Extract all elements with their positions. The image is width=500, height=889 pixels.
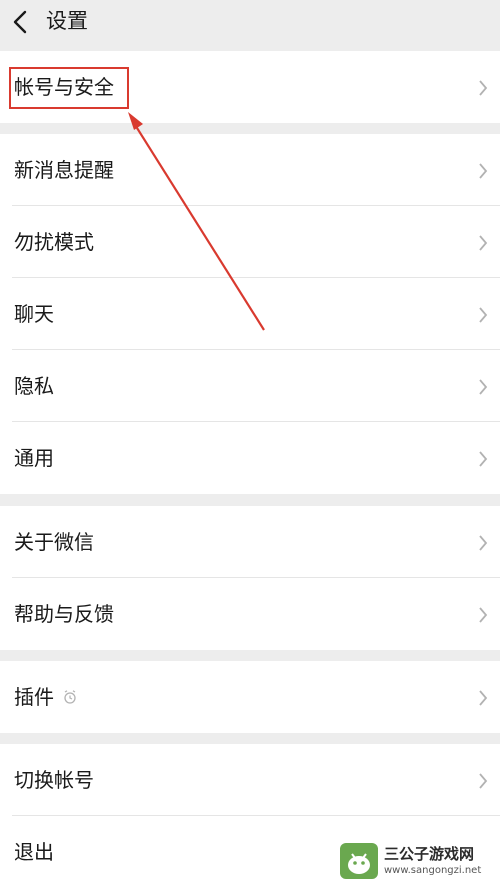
chevron-right-icon bbox=[479, 535, 488, 551]
chevron-right-icon bbox=[479, 607, 488, 623]
settings-item-about-wechat[interactable]: 关于微信 bbox=[0, 506, 500, 578]
settings-item-label: 隐私 bbox=[14, 374, 54, 398]
settings-item-label-wrap: 插件 bbox=[14, 661, 78, 733]
chevron-right-icon bbox=[479, 307, 488, 323]
settings-item-switch-account[interactable]: 切换帐号 bbox=[0, 744, 500, 816]
settings-item-chat[interactable]: 聊天 bbox=[0, 278, 500, 350]
settings-item-label: 插件 bbox=[14, 685, 54, 709]
settings-item-label: 帮助与反馈 bbox=[14, 602, 114, 626]
page-title: 设置 bbox=[46, 9, 88, 33]
watermark-logo: 三公子游戏网 www.sangongzi.net bbox=[334, 837, 494, 885]
android-robot-icon bbox=[340, 843, 378, 879]
chevron-right-icon bbox=[479, 80, 488, 96]
settings-item-label: 聊天 bbox=[14, 302, 54, 326]
nav-bar: 设置 bbox=[0, 0, 500, 50]
watermark-title: 三公子游戏网 bbox=[384, 845, 475, 863]
settings-group-plugins: 插件 bbox=[0, 661, 500, 733]
watermark-url: www.sangongzi.net bbox=[384, 865, 482, 876]
settings-item-new-message-notifications[interactable]: 新消息提醒 bbox=[0, 134, 500, 206]
chevron-right-icon bbox=[479, 163, 488, 179]
settings-item-label: 退出 bbox=[14, 840, 54, 864]
settings-item-plugins[interactable]: 插件 bbox=[0, 661, 500, 733]
settings-item-general[interactable]: 通用 bbox=[0, 422, 500, 494]
chevron-right-icon bbox=[479, 235, 488, 251]
chevron-left-icon[interactable] bbox=[12, 10, 28, 34]
settings-item-do-not-disturb[interactable]: 勿扰模式 bbox=[0, 206, 500, 278]
settings-item-label: 新消息提醒 bbox=[14, 158, 114, 182]
chevron-right-icon bbox=[479, 379, 488, 395]
settings-item-help-feedback[interactable]: 帮助与反馈 bbox=[0, 578, 500, 650]
chevron-right-icon bbox=[479, 451, 488, 467]
chevron-right-icon bbox=[479, 690, 488, 706]
chevron-right-icon bbox=[479, 773, 488, 789]
alarm-clock-icon bbox=[64, 690, 76, 704]
settings-item-label: 通用 bbox=[14, 446, 54, 470]
settings-item-privacy[interactable]: 隐私 bbox=[0, 350, 500, 422]
settings-item-label: 切换帐号 bbox=[14, 768, 94, 792]
settings-item-label: 关于微信 bbox=[14, 530, 94, 554]
annotation-highlight-box bbox=[9, 67, 129, 109]
settings-item-label: 勿扰模式 bbox=[14, 230, 94, 254]
settings-group-general: 新消息提醒 勿扰模式 聊天 隐私 通用 bbox=[0, 134, 500, 494]
settings-group-about: 关于微信 帮助与反馈 bbox=[0, 506, 500, 650]
